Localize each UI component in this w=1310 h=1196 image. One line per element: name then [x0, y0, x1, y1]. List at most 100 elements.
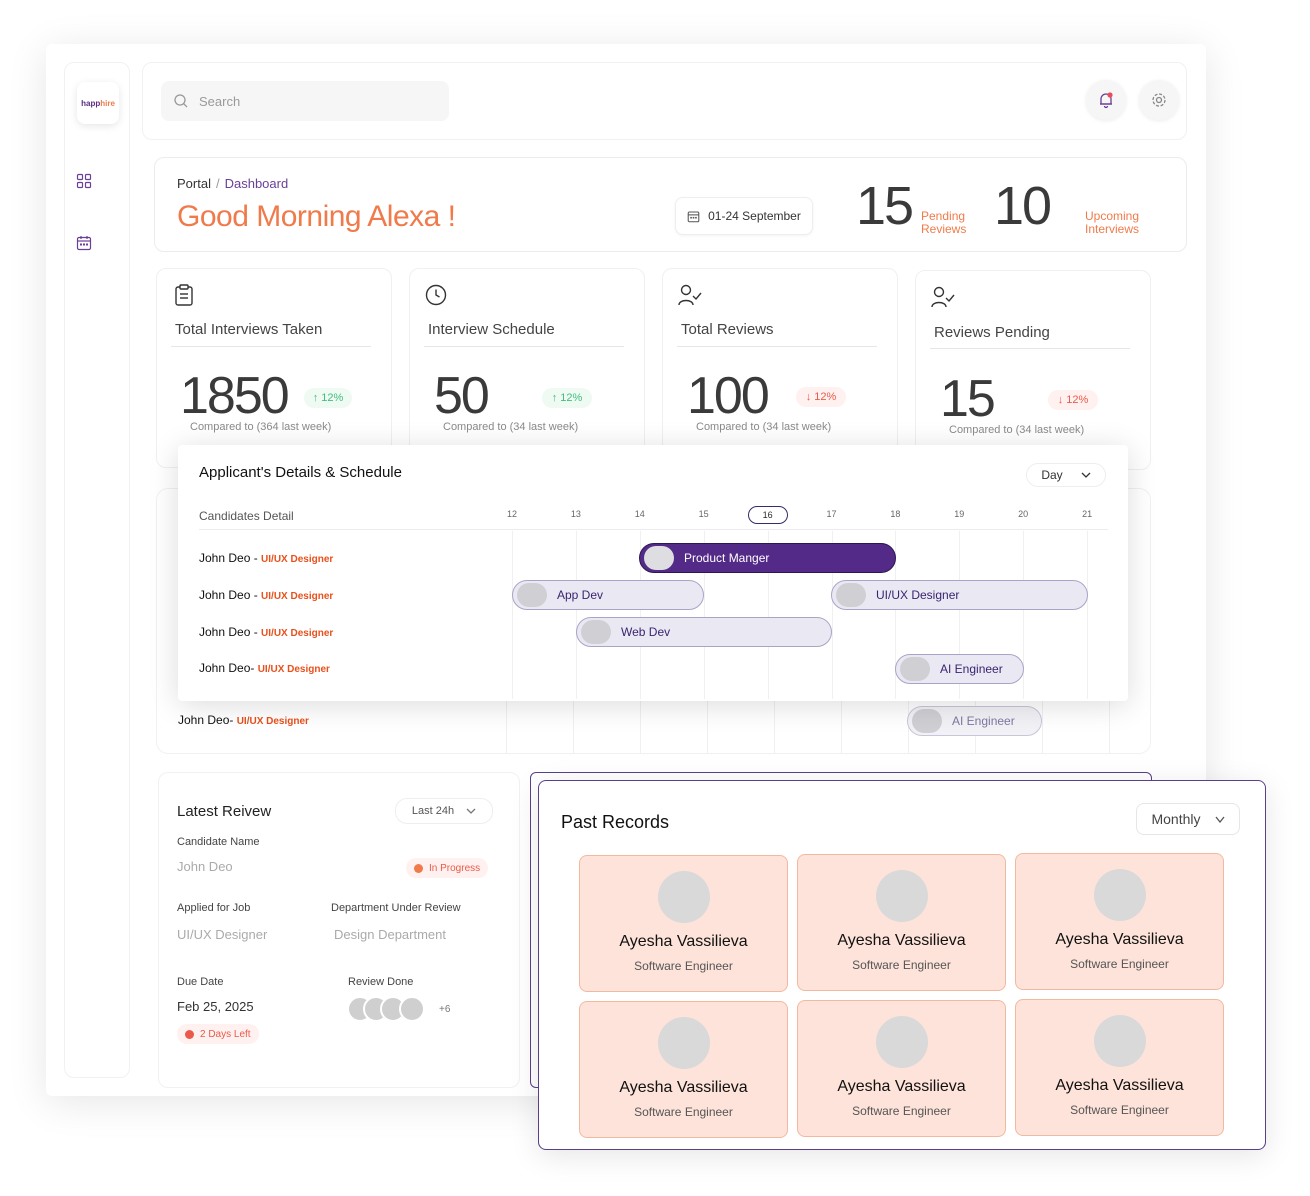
arrow-up-icon: ↑: [312, 392, 319, 404]
grid-line: [512, 531, 513, 699]
view-select[interactable]: Day: [1026, 463, 1106, 487]
person-card[interactable]: Ayesha Vassilieva Software Engineer: [1015, 999, 1224, 1136]
person-card[interactable]: Ayesha Vassilieva Software Engineer: [1015, 853, 1224, 990]
grid-line: [1023, 531, 1025, 699]
grid-line: [1087, 531, 1089, 699]
stat-title: Interview Schedule: [428, 321, 555, 338]
schedule-event-web-dev[interactable]: Web Dev: [576, 617, 832, 647]
trend-down-badge: ↓ 12%: [796, 387, 846, 407]
grid-line: [707, 700, 708, 754]
day-header-17[interactable]: 17: [812, 509, 852, 519]
search-input[interactable]: Search: [161, 81, 449, 121]
avatar: [912, 709, 942, 733]
day-header-21[interactable]: 21: [1067, 509, 1107, 519]
past-records-title: Past Records: [561, 812, 670, 832]
day-header-14[interactable]: 14: [620, 509, 660, 519]
day-header-15[interactable]: 15: [684, 509, 724, 519]
candidate-row-label: John Deo - UI/UX Designer: [199, 625, 334, 639]
divider: [930, 348, 1130, 349]
candidates-column-header: Candidates Detail: [199, 509, 294, 523]
avatar: [900, 657, 930, 681]
search-icon: [174, 94, 188, 108]
day-header-20[interactable]: 20: [1003, 509, 1043, 519]
chevron-down-icon: [466, 808, 476, 814]
user-check-icon: [931, 286, 955, 308]
schedule-event-product-manager[interactable]: Product Manger: [639, 543, 896, 573]
timer-icon: [185, 1029, 194, 1039]
stat-compare: Compared to (34 last week): [696, 421, 832, 433]
search-placeholder: Search: [199, 93, 241, 109]
schedule-title: Applicant's Details & Schedule: [199, 464, 402, 481]
avatar: [875, 870, 928, 922]
day-header-19[interactable]: 19: [939, 509, 979, 519]
avatar: [657, 1017, 710, 1069]
breadcrumb-root[interactable]: Portal: [177, 176, 211, 191]
trend-up-badge: ↑ 12%: [304, 388, 352, 408]
person-card[interactable]: Ayesha Vassilieva Software Engineer: [797, 854, 1006, 991]
person-card[interactable]: Ayesha Vassilieva Software Engineer: [579, 855, 788, 992]
calendar-icon[interactable]: [76, 235, 92, 251]
avatar: [644, 546, 674, 570]
day-header-12[interactable]: 12: [492, 509, 532, 519]
stat-value: 1850: [180, 367, 290, 425]
avatar: [1093, 869, 1146, 921]
avatar: [581, 620, 611, 644]
notification-button[interactable]: [1086, 80, 1126, 120]
department-label: Department Under Review: [331, 902, 461, 914]
stat-title: Total Interviews Taken: [175, 321, 323, 338]
calendar-icon: [687, 211, 700, 222]
more-reviewers-count: +6: [439, 1004, 451, 1015]
arrow-down-icon: ↓: [1057, 394, 1064, 406]
department-value: Design Department: [334, 927, 446, 942]
candidate-row-label: John Deo - UI/UX Designer: [199, 551, 334, 565]
stat-value: 100: [687, 367, 770, 425]
candidate-row-label: John Deo - UI/UX Designer: [199, 588, 334, 602]
day-header-13[interactable]: 13: [556, 509, 596, 519]
divider: [424, 346, 624, 347]
avatar: [399, 996, 425, 1022]
schedule-event-app-dev[interactable]: App Dev: [512, 580, 704, 610]
day-header-18[interactable]: 18: [875, 509, 915, 519]
time-range-select[interactable]: Last 24h: [395, 798, 493, 824]
gear-icon: [1152, 93, 1166, 107]
pending-reviews-count: 15: [856, 176, 914, 236]
bell-icon: [1100, 92, 1113, 109]
settings-button[interactable]: [1139, 80, 1179, 120]
avatar: [836, 583, 866, 607]
day-header-16[interactable]: 16: [747, 506, 788, 524]
arrow-down-icon: ↓: [805, 391, 812, 403]
candidate-row-label: John Deo- UI/UX Designer: [178, 713, 309, 727]
grid-line: [575, 531, 577, 699]
job-value: UI/UX Designer: [177, 927, 268, 942]
avatar: [657, 871, 710, 923]
period-select[interactable]: Monthly: [1136, 803, 1240, 835]
breadcrumb-separator: /: [215, 176, 220, 191]
stat-title: Total Reviews: [681, 321, 774, 338]
stat-value: 50: [434, 367, 490, 425]
breadcrumb-current[interactable]: Dashboard: [225, 176, 289, 191]
candidate-row-label: John Deo- UI/UX Designer: [199, 661, 330, 675]
days-left-badge: 2 Days Left: [177, 1024, 259, 1044]
grid-line: [774, 700, 775, 754]
due-date-value: Feb 25, 2025: [177, 999, 254, 1014]
schedule-event-ai-engineer[interactable]: AI Engineer: [895, 654, 1024, 684]
schedule-event-uiux-designer[interactable]: UI/UX Designer: [831, 580, 1088, 610]
divider: [677, 346, 877, 347]
arrow-up-icon: ↑: [551, 392, 558, 404]
grid-line: [1042, 700, 1043, 754]
header-divider: [199, 529, 1108, 530]
job-label: Applied for Job: [177, 902, 251, 914]
person-card[interactable]: Ayesha Vassilieva Software Engineer: [579, 1001, 788, 1138]
dashboard-grid-icon[interactable]: [76, 173, 92, 189]
sidebar: [64, 62, 130, 1078]
avatar: [1093, 1015, 1146, 1067]
date-range-picker[interactable]: 01-24 September: [675, 197, 813, 235]
happhire-logo[interactable]: happ hire: [77, 82, 119, 124]
review-done-label: Review Done: [348, 976, 414, 988]
avatar: [875, 1016, 928, 1068]
schedule-event-ai-engineer[interactable]: AI Engineer: [907, 706, 1042, 736]
person-card[interactable]: Ayesha Vassilieva Software Engineer: [797, 1000, 1006, 1137]
pending-reviews-label: Pending Reviews: [921, 209, 967, 236]
status-dot-icon: [414, 863, 423, 873]
trend-up-badge: ↑ 12%: [542, 388, 592, 408]
